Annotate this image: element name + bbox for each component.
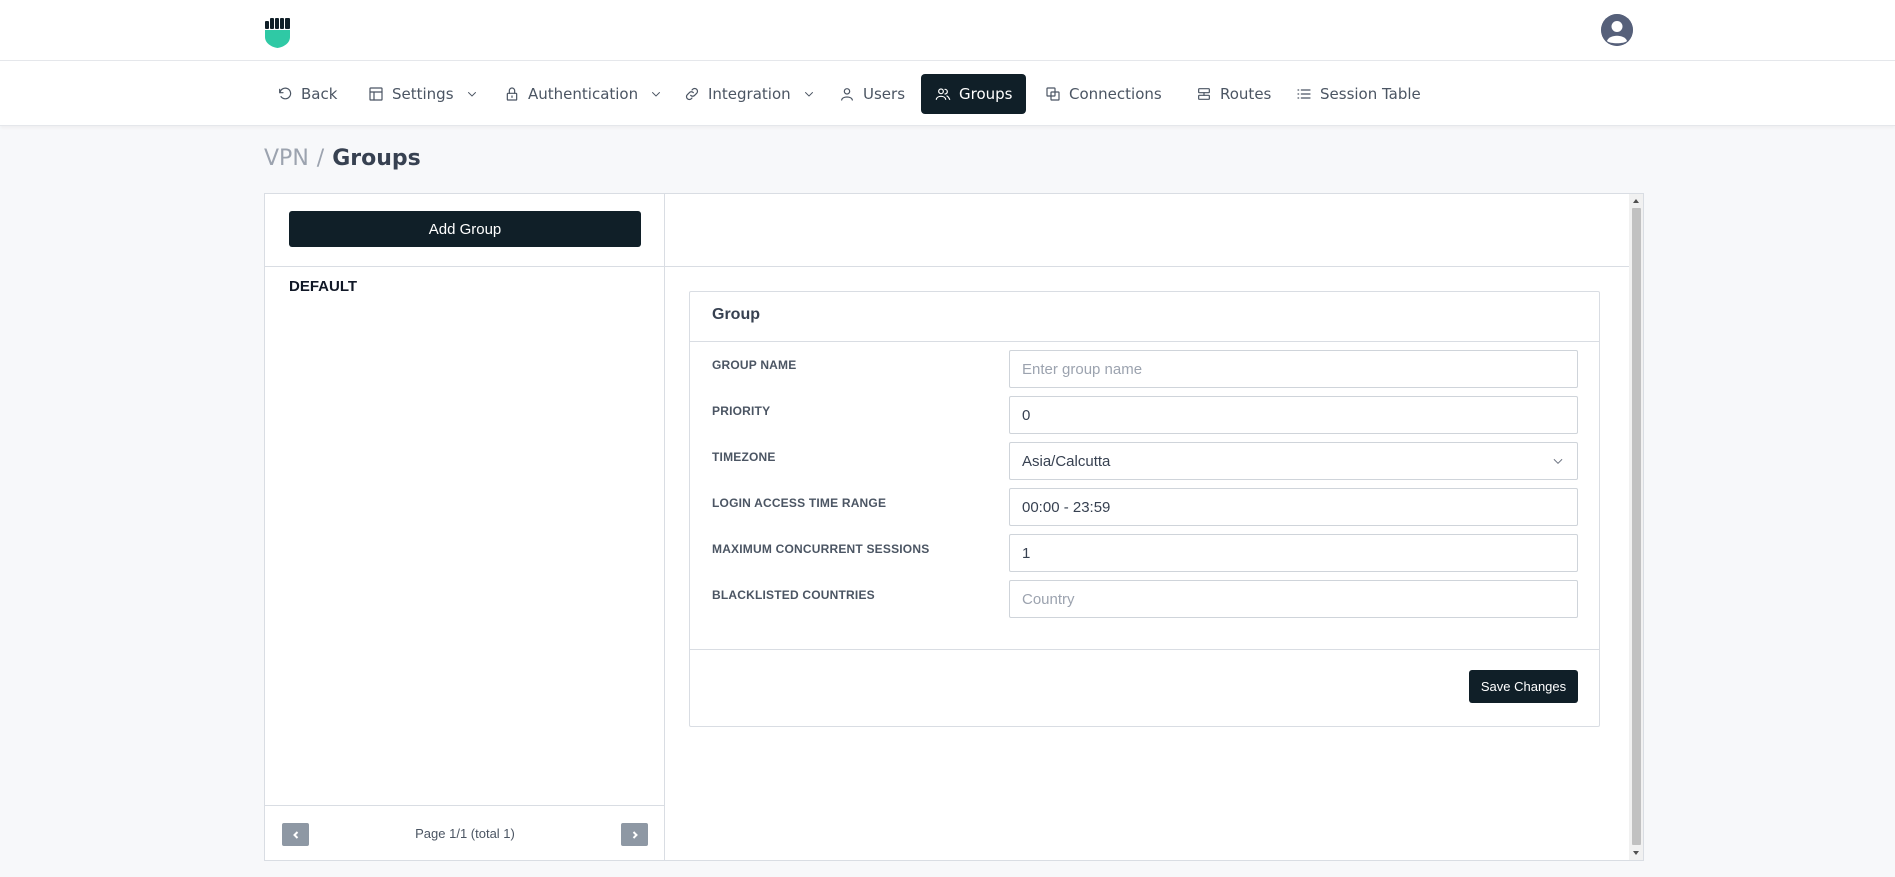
nav-integration-label: Integration	[708, 85, 791, 103]
lock-icon	[506, 87, 518, 101]
nav-authentication-label: Authentication	[528, 85, 639, 103]
nav-connections-label: Connections	[1069, 85, 1162, 103]
nav-back[interactable]: Back	[263, 74, 351, 114]
top-bar	[0, 0, 1895, 61]
pagination: Page 1/1 (total 1)	[265, 805, 665, 860]
add-group-button[interactable]: Add Group	[289, 211, 641, 247]
user-icon	[841, 88, 853, 101]
nav-groups[interactable]: Groups	[921, 74, 1027, 114]
nav-routes[interactable]: Routes	[1182, 74, 1285, 114]
chevron-down-icon	[652, 92, 661, 97]
group-name-label: GROUP NAME	[712, 358, 797, 372]
timezone-select[interactable]: Asia/Calcutta	[1009, 442, 1578, 480]
breadcrumb-separator: /	[316, 146, 325, 171]
nav-back-label: Back	[301, 85, 338, 103]
groups-panel: Add Group DEFAULT Page 1/1 (total 1) Gro…	[264, 193, 1644, 861]
nav-integration[interactable]: Integration	[670, 74, 829, 114]
timezone-label: TIMEZONE	[712, 450, 776, 464]
breadcrumb: VPN / Groups	[264, 146, 421, 171]
nav-settings[interactable]: Settings	[354, 74, 492, 114]
nav-users-label: Users	[863, 85, 906, 103]
breadcrumb-root[interactable]: VPN	[264, 146, 309, 171]
users-icon	[935, 88, 951, 100]
group-list-item[interactable]: DEFAULT	[289, 278, 357, 295]
scrollbar-thumb[interactable]	[1632, 208, 1641, 845]
blacklisted-countries-input[interactable]	[1009, 580, 1578, 618]
connections-icon	[1046, 87, 1060, 101]
nav-session-table[interactable]: Session Table	[1282, 74, 1435, 114]
timezone-value: Asia/Calcutta	[1022, 452, 1111, 470]
routes-icon	[1198, 88, 1210, 100]
list-icon	[1297, 89, 1311, 99]
main-nav: Back Settings Authentication Integration…	[0, 61, 1895, 126]
nav-session-table-label: Session Table	[1320, 85, 1421, 103]
scrollbar[interactable]	[1629, 194, 1643, 860]
chevron-right-icon	[632, 830, 638, 839]
user-avatar-icon[interactable]	[1601, 14, 1633, 46]
max-sessions-input[interactable]	[1009, 534, 1578, 572]
scroll-up-arrow-icon[interactable]	[1632, 197, 1640, 205]
chevron-down-icon	[1553, 458, 1563, 464]
divider	[265, 266, 665, 267]
pagination-text: Page 1/1 (total 1)	[415, 826, 515, 841]
divider	[690, 341, 1599, 342]
login-access-time-label: LOGIN ACCESS TIME RANGE	[712, 496, 887, 510]
priority-input[interactable]	[1009, 396, 1578, 434]
nav-groups-label: Groups	[959, 85, 1013, 103]
group-form-card: Group GROUP NAME PRIORITY TIMEZONE Asia/…	[689, 291, 1600, 727]
fist-shield-logo[interactable]	[264, 17, 292, 49]
divider	[690, 649, 1599, 650]
chevron-down-icon	[804, 92, 813, 97]
group-name-input[interactable]	[1009, 350, 1578, 388]
nav-users[interactable]: Users	[825, 74, 919, 114]
nav-authentication[interactable]: Authentication	[490, 74, 676, 114]
page-title: Groups	[332, 146, 421, 171]
nav-settings-label: Settings	[392, 85, 454, 103]
card-title: Group	[712, 306, 760, 323]
save-changes-button[interactable]: Save Changes	[1469, 670, 1578, 703]
nav-connections[interactable]: Connections	[1031, 74, 1176, 114]
detail-toolbar	[665, 194, 1629, 267]
nav-routes-label: Routes	[1220, 85, 1272, 103]
link-icon	[685, 87, 699, 101]
next-page-button[interactable]	[621, 823, 648, 846]
undo-icon	[279, 87, 292, 100]
chevron-down-icon	[467, 92, 476, 97]
priority-label: PRIORITY	[712, 404, 771, 418]
layout-icon	[369, 87, 383, 101]
group-list-column: Add Group DEFAULT Page 1/1 (total 1)	[265, 194, 665, 860]
blacklisted-countries-label: BLACKLISTED COUNTRIES	[712, 588, 875, 602]
max-sessions-label: MAXIMUM CONCURRENT SESSIONS	[712, 542, 930, 556]
login-access-time-input[interactable]	[1009, 488, 1578, 526]
scroll-down-arrow-icon[interactable]	[1632, 849, 1640, 857]
